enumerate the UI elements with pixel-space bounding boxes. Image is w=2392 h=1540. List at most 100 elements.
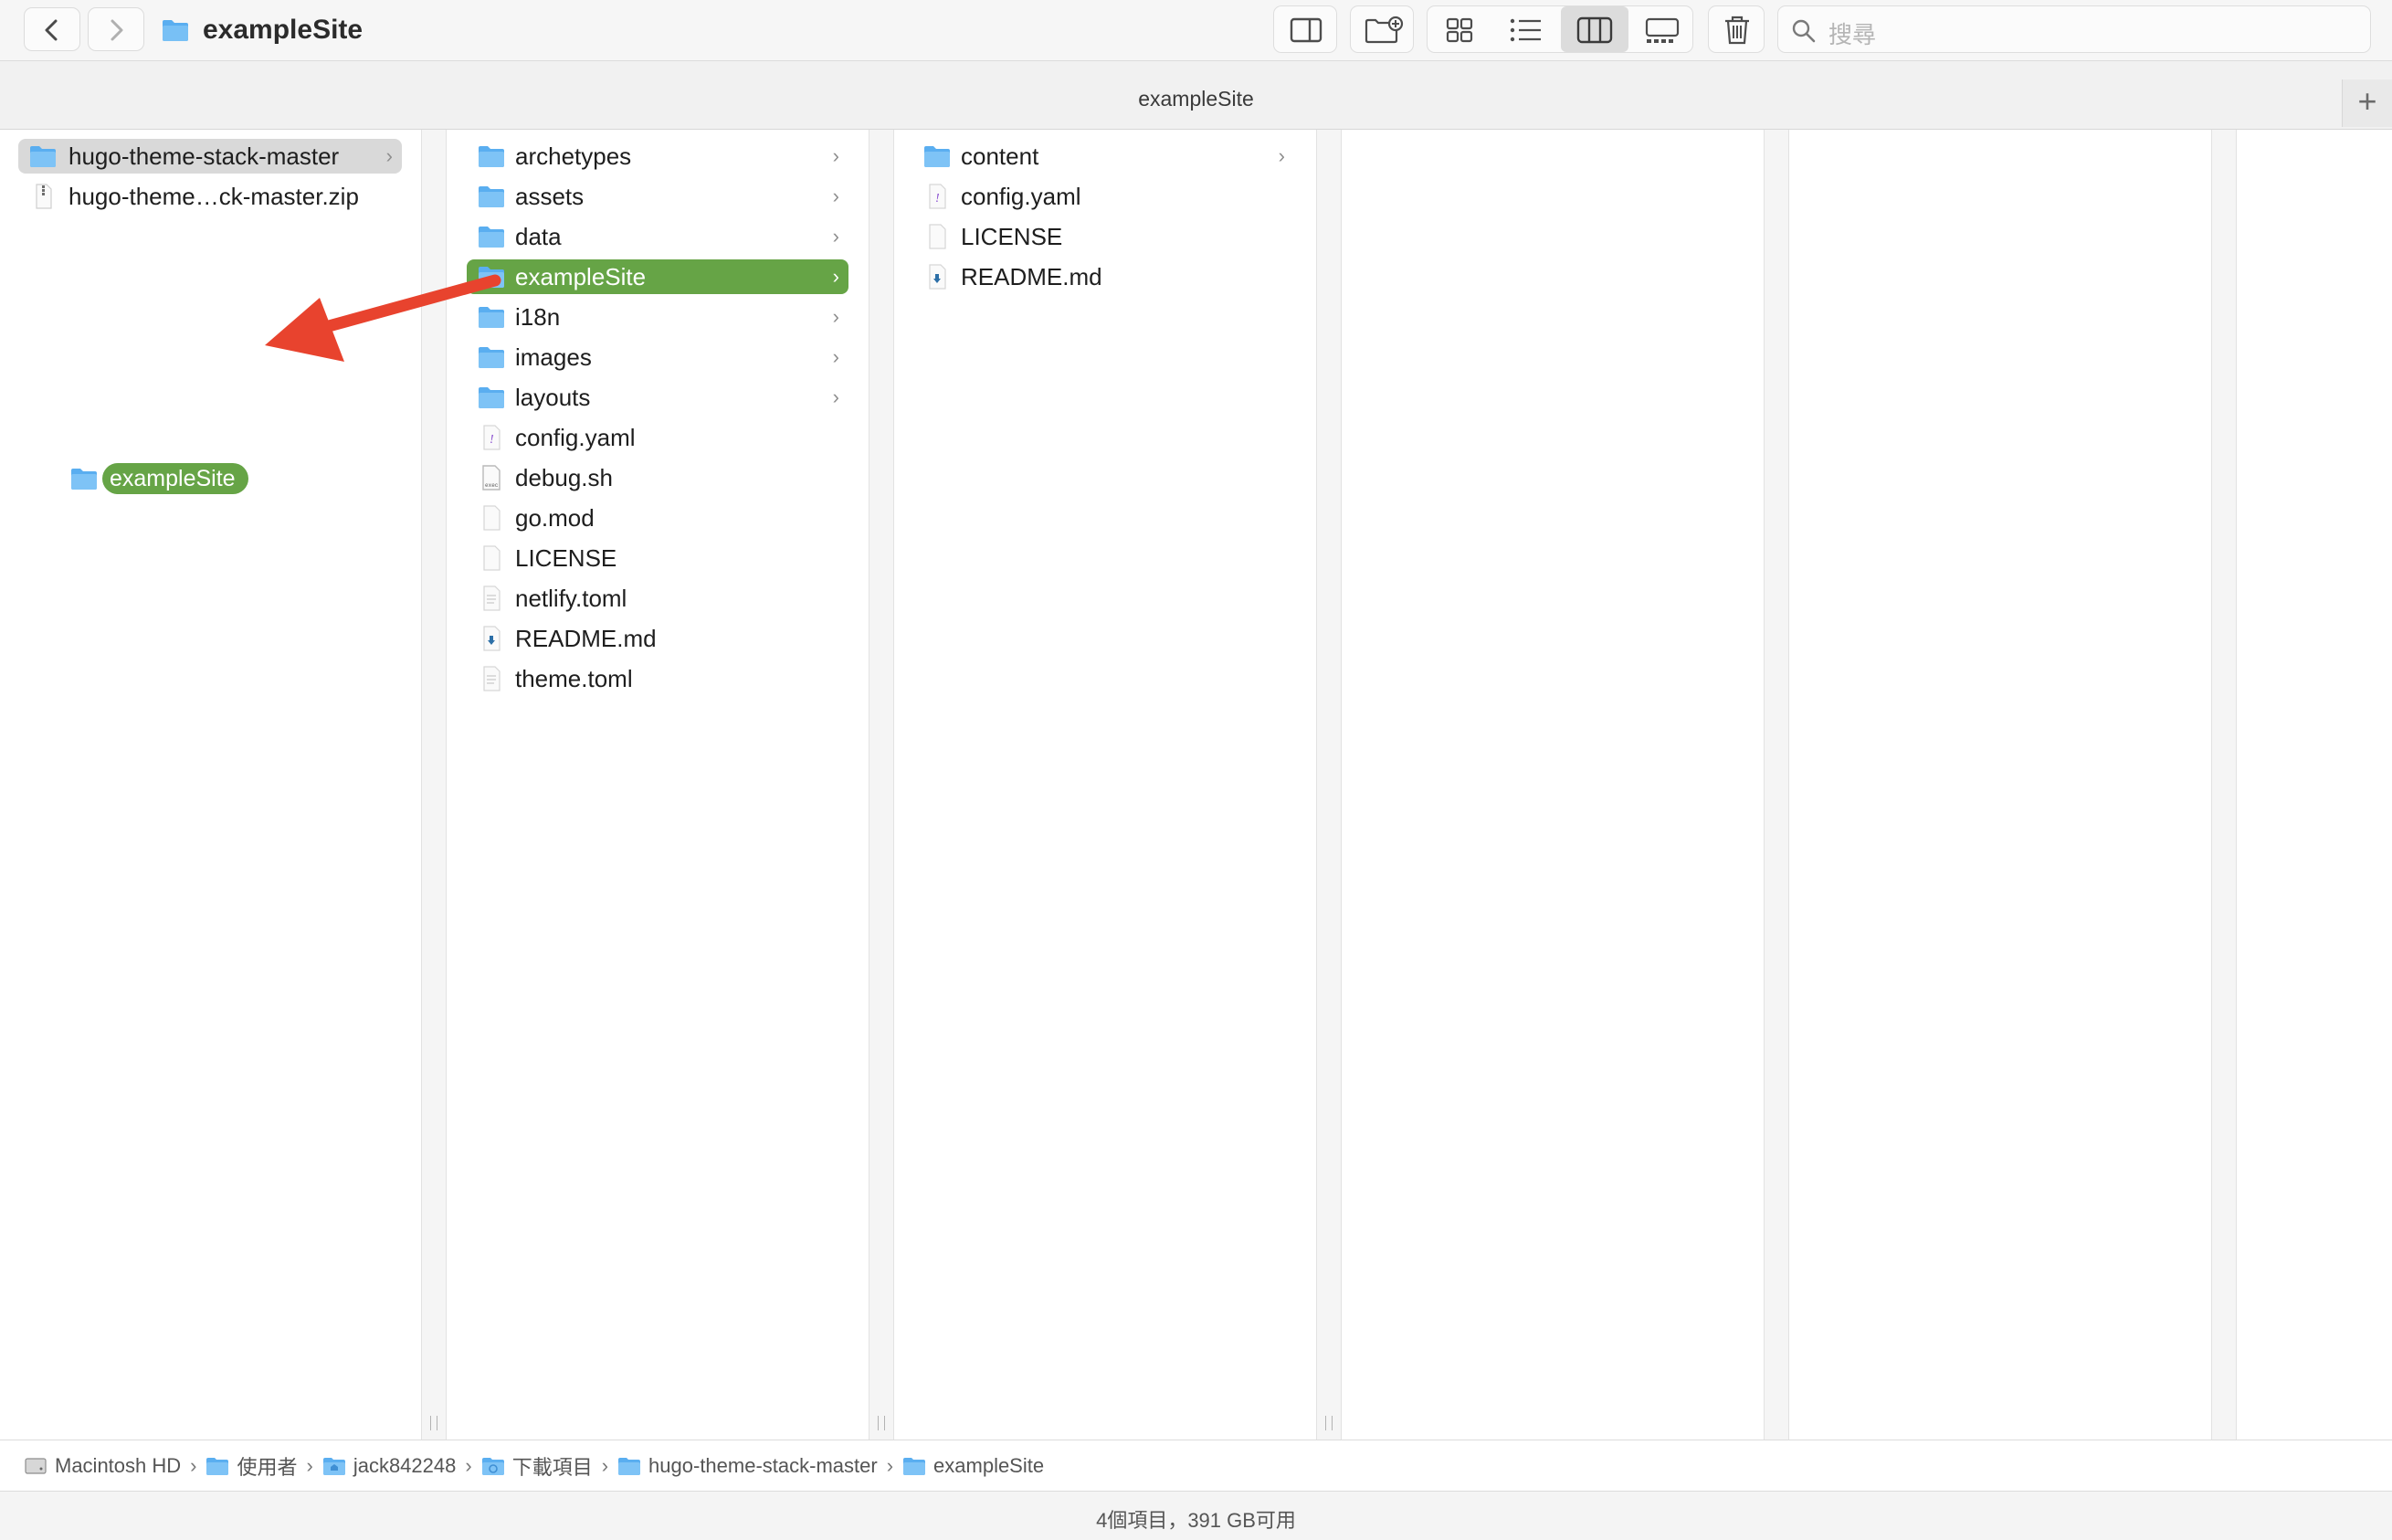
breadcrumb-label: jack842248 xyxy=(353,1454,457,1477)
tab-title[interactable]: exampleSite xyxy=(0,87,2392,111)
folder-icon xyxy=(30,146,56,167)
breadcrumb-label: hugo-theme-stack-master xyxy=(648,1454,878,1477)
yaml-file-icon: ! xyxy=(929,184,946,209)
column-view-button[interactable] xyxy=(1561,6,1628,52)
svg-text:!: ! xyxy=(935,192,940,206)
breadcrumb-label: 使用者 xyxy=(237,1456,298,1479)
column-resize-handle[interactable] xyxy=(1764,130,1789,1440)
list-item[interactable]: go.mod xyxy=(467,501,848,535)
folder-icon xyxy=(924,146,950,167)
column-resize-handle[interactable] xyxy=(869,130,894,1440)
list-item[interactable]: ! config.yaml xyxy=(912,179,1294,214)
list-item[interactable]: data › xyxy=(467,219,848,254)
folder-icon xyxy=(206,1458,229,1475)
new-folder-icon xyxy=(1365,16,1404,44)
item-label: content xyxy=(961,142,1039,170)
list-item[interactable]: images › xyxy=(467,340,848,374)
breadcrumb-item[interactable]: jack842248 xyxy=(322,1454,457,1478)
search-placeholder: 搜尋 xyxy=(1828,21,1877,48)
folder-icon xyxy=(479,146,504,167)
icon-view-button[interactable] xyxy=(1428,6,1491,52)
chevron-right-icon: › xyxy=(1278,144,1285,167)
search-field[interactable]: 搜尋 xyxy=(1777,5,2371,53)
list-item[interactable]: i18n › xyxy=(467,300,848,334)
list-item[interactable]: assets › xyxy=(467,179,848,214)
folder-icon xyxy=(163,20,188,41)
list-item[interactable]: hugo-theme…ck-master.zip xyxy=(18,179,402,214)
chevron-right-icon: › xyxy=(832,305,839,328)
column-resize-handle[interactable] xyxy=(421,130,447,1440)
list-item[interactable]: LICENSE xyxy=(912,219,1294,254)
item-label: i18n xyxy=(515,303,561,331)
back-button[interactable] xyxy=(24,7,80,51)
chevron-right-icon: › xyxy=(832,345,839,368)
breadcrumb-separator: › xyxy=(886,1454,894,1477)
breadcrumb-separator: › xyxy=(465,1454,472,1477)
item-label: theme.toml xyxy=(515,665,633,692)
list-item[interactable]: netlify.toml xyxy=(467,581,848,616)
item-label: README.md xyxy=(515,625,657,652)
svg-text:exec: exec xyxy=(485,482,499,489)
zip-file-icon xyxy=(36,184,52,209)
list-item[interactable]: archetypes › xyxy=(467,139,848,174)
list-item[interactable]: content › xyxy=(912,139,1294,174)
gallery-view-button[interactable] xyxy=(1630,6,1694,52)
breadcrumb-item[interactable]: exampleSite xyxy=(902,1454,1044,1478)
item-label: layouts xyxy=(515,384,591,411)
file-icon xyxy=(483,545,501,571)
item-label: LICENSE xyxy=(961,223,1063,250)
drag-preview-label: exampleSite xyxy=(102,463,248,494)
breadcrumb-separator: › xyxy=(190,1454,197,1477)
item-label: hugo-theme-stack-master xyxy=(68,142,340,170)
list-item-selected[interactable]: exampleSite › xyxy=(467,259,848,294)
folder-icon xyxy=(479,227,504,248)
shell-script-icon: exec xyxy=(482,465,501,490)
new-tab-button[interactable]: + xyxy=(2342,79,2392,127)
list-item[interactable]: LICENSE xyxy=(467,541,848,575)
column-resize-handle[interactable] xyxy=(1316,130,1342,1440)
list-item[interactable]: ! config.yaml xyxy=(467,420,848,455)
forward-button[interactable] xyxy=(88,7,144,51)
list-item[interactable]: README.md xyxy=(467,621,848,656)
grip-icon xyxy=(878,1416,885,1430)
column-3: content › ! config.yaml LICENSE README.m… xyxy=(894,130,1316,1440)
breadcrumb-item[interactable]: Macintosh HD xyxy=(24,1454,181,1478)
breadcrumb-separator: › xyxy=(601,1454,609,1477)
item-label: config.yaml xyxy=(961,183,1081,210)
column-browser: hugo-theme-stack-master › hugo-theme…ck-… xyxy=(0,130,2392,1440)
delete-button[interactable] xyxy=(1708,5,1765,53)
breadcrumb-item[interactable]: 使用者 xyxy=(205,1451,298,1481)
file-icon xyxy=(483,505,501,531)
status-text: 4個項目，391 GB可用 xyxy=(1096,1509,1296,1532)
text-file-icon xyxy=(483,666,501,691)
item-label: images xyxy=(515,343,592,371)
new-folder-button[interactable] xyxy=(1350,5,1414,53)
chevron-right-icon: › xyxy=(385,144,393,167)
breadcrumb-label: exampleSite xyxy=(933,1454,1045,1477)
folder-icon xyxy=(479,186,504,207)
breadcrumb: Macintosh HD › 使用者 › jack842248 › 下載項目 ›… xyxy=(24,1452,1044,1480)
list-item[interactable]: layouts › xyxy=(467,380,848,415)
breadcrumb-item[interactable]: 下載項目 xyxy=(481,1451,593,1481)
columns-icon xyxy=(1576,16,1613,44)
svg-text:!: ! xyxy=(490,433,494,447)
window-title-area: exampleSite xyxy=(161,12,363,48)
list-item[interactable]: exec debug.sh xyxy=(467,460,848,495)
chevron-right-icon: › xyxy=(832,385,839,408)
column-resize-handle[interactable] xyxy=(2211,130,2237,1440)
sidebar-toggle-button[interactable] xyxy=(1273,5,1337,53)
breadcrumb-item[interactable]: hugo-theme-stack-master xyxy=(617,1454,878,1478)
item-label: data xyxy=(515,223,562,250)
list-item[interactable]: theme.toml xyxy=(467,661,848,696)
list-item[interactable]: README.md xyxy=(912,259,1294,294)
file-icon xyxy=(929,224,946,249)
text-file-icon xyxy=(483,585,501,611)
folder-icon xyxy=(71,469,97,490)
list-view-button[interactable] xyxy=(1493,6,1557,52)
item-label: exampleSite xyxy=(515,263,647,290)
list-item[interactable]: hugo-theme-stack-master › xyxy=(18,139,402,174)
column-5-empty xyxy=(1789,130,2211,1440)
home-folder-icon xyxy=(322,1458,345,1475)
folder-icon xyxy=(479,347,504,368)
breadcrumb-label: Macintosh HD xyxy=(55,1454,182,1477)
